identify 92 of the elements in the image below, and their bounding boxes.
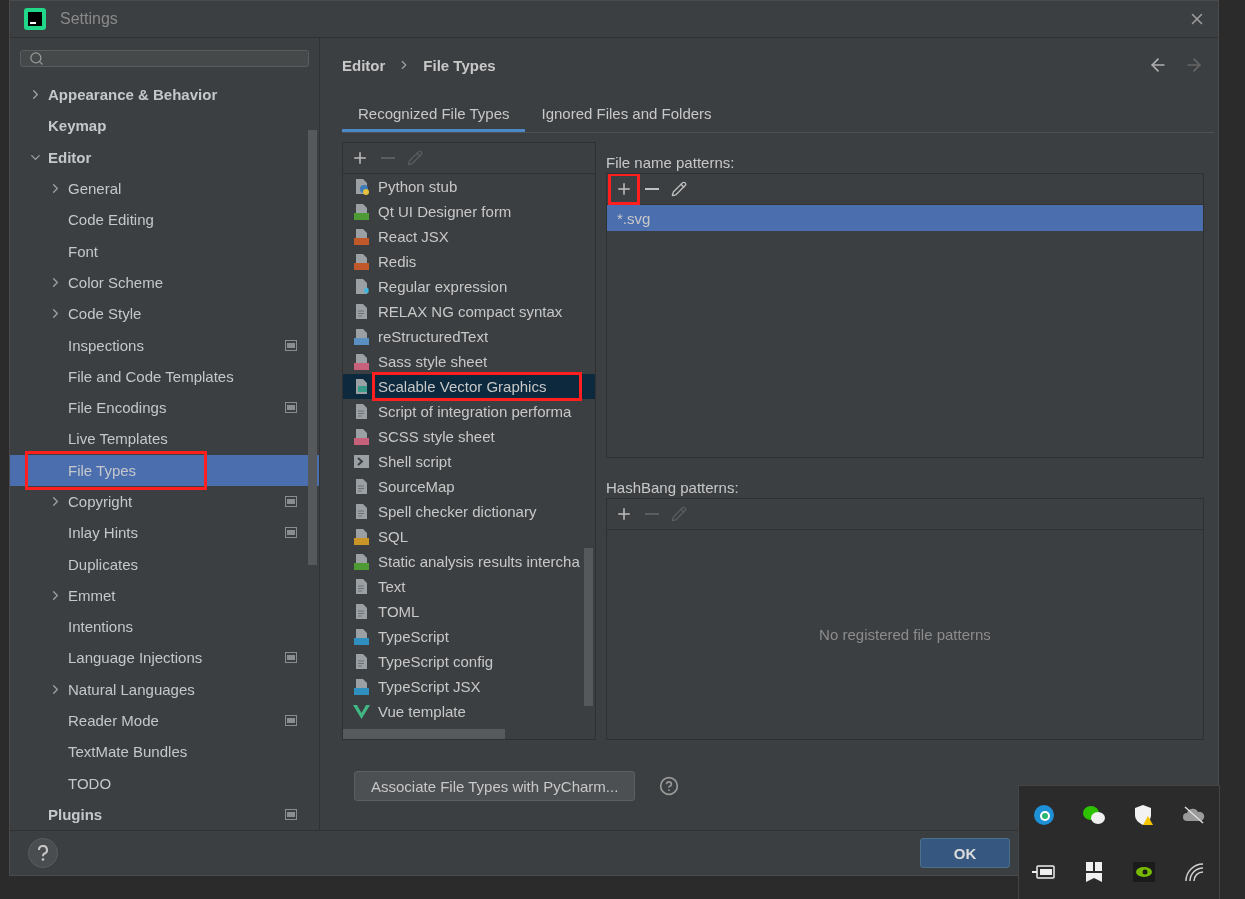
file-type-item[interactable]: TypeScript [343, 624, 595, 649]
sidebar-item[interactable]: Inspections [10, 329, 319, 361]
sidebar-item[interactable]: File and Code Templates [10, 360, 319, 392]
sidebar-item[interactable]: Inlay Hints [10, 517, 319, 549]
sidebar-item[interactable]: Color Scheme [10, 266, 319, 299]
minus-icon [645, 188, 659, 190]
plus-icon [615, 505, 633, 523]
file-type-item[interactable]: Shell script [343, 449, 595, 474]
file-icon [353, 503, 370, 520]
sidebar-item[interactable]: Plugins [10, 798, 319, 830]
sidebar-item[interactable]: TODO [10, 767, 319, 799]
battery-icon[interactable] [1032, 863, 1056, 880]
sidebar-item[interactable]: Reader Mode [10, 704, 319, 737]
scrollbar-thumb[interactable] [343, 729, 505, 739]
file-type-item[interactable]: React JSX [343, 224, 595, 249]
window-title: Settings [60, 10, 119, 28]
sidebar-item[interactable]: Duplicates [10, 548, 319, 580]
grid-icon[interactable] [1085, 860, 1103, 883]
file-type-item[interactable]: Redis [343, 249, 595, 274]
help-icon[interactable] [659, 776, 680, 796]
shield-icon[interactable] [1133, 803, 1155, 826]
sidebar-item[interactable]: Natural Languages [10, 673, 319, 705]
tab[interactable]: Ignored Files and Folders [525, 98, 728, 132]
sidebar-item[interactable]: TextMate Bundles [10, 736, 319, 768]
breadcrumb-item: Editor [342, 56, 386, 74]
sidebar-item[interactable]: Keymap [10, 110, 319, 142]
plus-icon [615, 180, 633, 198]
scrollbar-thumb[interactable] [308, 130, 317, 565]
terminal-icon [353, 453, 370, 470]
empty-message: No registered file patterns [819, 626, 991, 643]
search-field[interactable] [20, 50, 309, 67]
sidebar-item[interactable]: Intentions [10, 611, 319, 643]
file-type-item[interactable]: SQL [343, 524, 595, 549]
pencil-icon [671, 506, 687, 522]
tab[interactable]: Recognized File Types [342, 98, 526, 132]
question-mark-icon [38, 845, 48, 861]
ok-button[interactable]: OK [920, 838, 1010, 868]
breadcrumb-item: File Types [423, 56, 496, 74]
sidebar-item[interactable]: Code Editing [10, 204, 319, 236]
sidebar-item[interactable]: Copyright [10, 485, 319, 518]
file-icon [353, 278, 370, 295]
cloud-icon[interactable] [1182, 805, 1206, 824]
v-logo-icon [353, 703, 370, 720]
file-icon [353, 378, 370, 395]
wifi-icon[interactable] [1183, 860, 1205, 883]
file-type-item[interactable]: Scalable Vector Graphics [343, 374, 595, 399]
file-type-item[interactable]: Sass style sheet [343, 349, 595, 374]
sidebar-item[interactable]: Code Style [10, 298, 319, 330]
file-icon [353, 578, 370, 595]
sidebar-item[interactable]: Live Templates [10, 423, 319, 455]
file-type-item[interactable]: reStructuredText [343, 324, 595, 349]
sidebar-item[interactable]: Emmet [10, 579, 319, 612]
file-type-item[interactable]: Script of integration performa [343, 399, 595, 424]
sidebar-item[interactable]: Font [10, 235, 319, 267]
file-icon [353, 303, 370, 320]
file-type-item[interactable]: SCSS style sheet [343, 424, 595, 449]
file-type-item[interactable]: RELAX NG compact syntax [343, 299, 595, 324]
file-type-item[interactable]: Vue template [343, 699, 595, 724]
file-icon [353, 478, 370, 495]
file-icon [353, 653, 370, 670]
associate-button[interactable]: Associate File Types with PyCharm... [354, 771, 636, 801]
file-type-item[interactable]: Qt UI Designer form [343, 199, 595, 224]
section-label: File name patterns: [606, 152, 736, 173]
file-icon [353, 603, 370, 620]
file-type-item[interactable]: TypeScript config [343, 649, 595, 674]
pencil-icon [671, 181, 687, 197]
eye-logo-icon[interactable] [1133, 861, 1155, 882]
sidebar-item[interactable]: Editor [10, 141, 319, 173]
file-type-item[interactable]: SourceMap [343, 474, 595, 499]
search-icon [29, 51, 44, 66]
file-icon [353, 178, 370, 195]
sidebar-item[interactable]: Language Injections [10, 642, 319, 674]
browser-icon[interactable] [1033, 803, 1055, 826]
scrollbar-thumb[interactable] [584, 548, 593, 706]
sidebar-item[interactable]: File Encodings [10, 391, 319, 424]
plus-icon [351, 149, 369, 167]
app-logo-icon [24, 8, 46, 30]
section-label: HashBang patterns: [606, 477, 740, 498]
chat-icon[interactable] [1082, 804, 1106, 825]
edit-button[interactable] [669, 179, 689, 199]
file-icon [353, 403, 370, 420]
pencil-icon [407, 150, 423, 166]
file-type-item[interactable]: Python stub [343, 174, 595, 199]
file-type-item[interactable]: Spell checker dictionary [343, 499, 595, 524]
sidebar-item[interactable]: Appearance & Behavior [10, 79, 319, 111]
file-type-item[interactable]: TypeScript JSX [343, 674, 595, 699]
file-type-item[interactable]: Static analysis results intercha [343, 549, 595, 574]
file-type-item[interactable]: Text [343, 574, 595, 599]
file-type-item[interactable]: TOML [343, 599, 595, 624]
file-type-item[interactable]: Regular expression [343, 274, 595, 299]
help-button[interactable] [28, 838, 58, 868]
sidebar-item[interactable]: General [10, 172, 319, 205]
